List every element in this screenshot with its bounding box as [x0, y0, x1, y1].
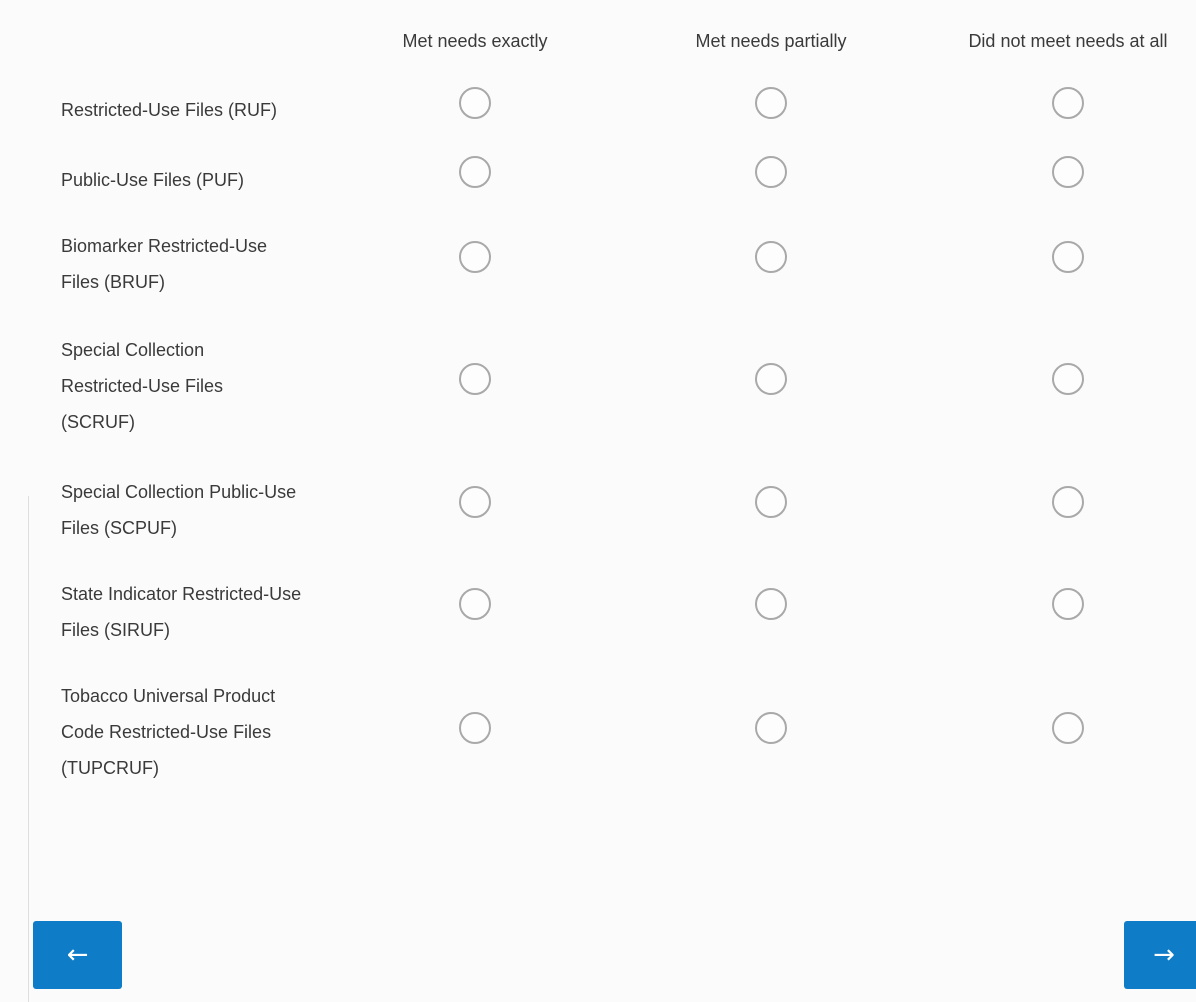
radio-bruf-did-not-meet[interactable] [1052, 241, 1084, 273]
arrow-left-icon: ← [66, 940, 89, 970]
radio-bruf-met-partially[interactable] [755, 241, 787, 273]
row-label-scpuf: Special Collection Public-Use Files (SCP… [61, 482, 297, 538]
radio-siruf-met-partially[interactable] [755, 588, 787, 620]
radio-scpuf-met-partially[interactable] [755, 486, 787, 518]
left-divider [28, 496, 29, 1002]
previous-button[interactable]: ← [33, 921, 122, 989]
row-label-bruf: Biomarker Restricted-Use Files (BRUF) [61, 236, 268, 292]
radio-scpuf-did-not-meet[interactable] [1052, 486, 1084, 518]
radio-scpuf-met-exactly[interactable] [459, 486, 491, 518]
radio-scruf-met-partially[interactable] [755, 363, 787, 395]
arrow-right-icon: → [1153, 940, 1175, 970]
radio-scruf-met-exactly[interactable] [459, 363, 491, 395]
radio-tupcruf-did-not-meet[interactable] [1052, 712, 1084, 744]
radio-scruf-did-not-meet[interactable] [1052, 363, 1084, 395]
radio-tupcruf-met-exactly[interactable] [459, 712, 491, 744]
row-label-ruf: Restricted-Use Files (RUF) [61, 100, 278, 120]
next-button[interactable]: → [1124, 921, 1196, 989]
column-header-met-exactly: Met needs exactly [402, 31, 548, 51]
radio-ruf-met-exactly[interactable] [459, 87, 491, 119]
radio-siruf-met-exactly[interactable] [459, 588, 491, 620]
radio-tupcruf-met-partially[interactable] [755, 712, 787, 744]
radio-ruf-did-not-meet[interactable] [1052, 87, 1084, 119]
column-header-met-partially: Met needs partially [695, 31, 847, 51]
radio-bruf-met-exactly[interactable] [459, 241, 491, 273]
row-label-puf: Public-Use Files (PUF) [61, 170, 245, 190]
column-header-did-not-meet: Did not meet needs at all [968, 31, 1168, 51]
row-label-tupcruf: Tobacco Universal Product Code Restricte… [61, 686, 276, 778]
radio-puf-met-exactly[interactable] [459, 156, 491, 188]
row-label-scruf: Special Collection Restricted-Use Files … [61, 340, 224, 432]
radio-siruf-did-not-meet[interactable] [1052, 588, 1084, 620]
radio-ruf-met-partially[interactable] [755, 87, 787, 119]
row-label-siruf: State Indicator Restricted-Use Files (SI… [61, 584, 302, 640]
radio-puf-met-partially[interactable] [755, 156, 787, 188]
radio-puf-did-not-meet[interactable] [1052, 156, 1084, 188]
